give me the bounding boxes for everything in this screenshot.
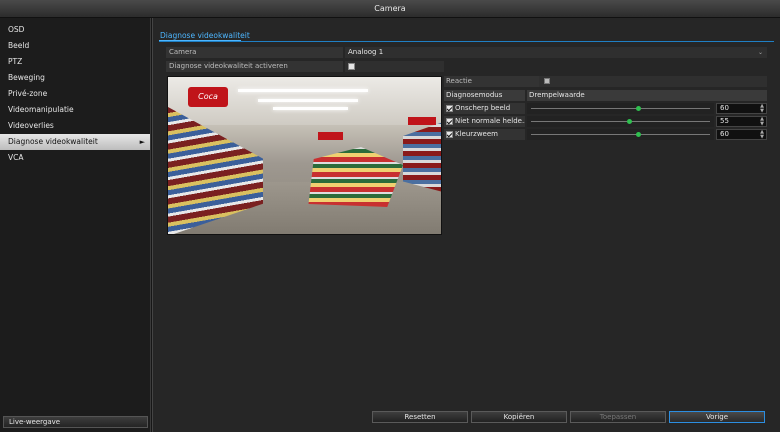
sidebar-item-osd[interactable]: OSD: [0, 22, 150, 38]
tab-diagnose-videokwaliteit[interactable]: Diagnose videokwaliteit: [160, 31, 250, 40]
slider-thumb[interactable]: [627, 119, 633, 124]
enable-label: Diagnose videokwaliteit activeren: [166, 61, 343, 72]
enable-checkbox[interactable]: [348, 62, 355, 70]
threshold-slider[interactable]: [527, 103, 714, 114]
diagnostic-mode: Onscherp beeld: [444, 103, 525, 114]
sidebar-item-label: Beeld: [8, 41, 30, 50]
chevron-right-icon: ►: [139, 138, 145, 146]
threshold-value: 60: [720, 104, 729, 112]
sidebar-item-videomanipulatie[interactable]: Videomanipulatie: [0, 102, 150, 118]
slider-track: [531, 121, 710, 122]
sidebar-item-ptz[interactable]: PTZ: [0, 54, 150, 70]
camera-select[interactable]: Analoog 1 ⌄: [345, 47, 767, 58]
diagnostic-checkbox[interactable]: [446, 117, 453, 125]
tab-divider: [159, 41, 774, 42]
diagnostic-label: Onscherp beeld: [455, 104, 511, 112]
threshold-spinbox[interactable]: 60 ▲ ▼: [716, 129, 767, 140]
sidebar-item-videoverlies[interactable]: Videoverlies: [0, 118, 150, 134]
window-title: Camera: [0, 0, 780, 18]
diagnostic-row: Niet normale helde... 55 ▲ ▼: [444, 116, 767, 127]
sidebar-item-beweging[interactable]: Beweging: [0, 70, 150, 86]
camera-preview: Coca: [167, 76, 442, 235]
main-panel: Diagnose videokwaliteit Camera Analoog 1…: [152, 18, 780, 432]
preview-shelf-right: [403, 122, 441, 192]
sidebar-item-beeld[interactable]: Beeld: [0, 38, 150, 54]
sidebar-menu: OSD Beeld PTZ Beweging Privé-zone Videom…: [0, 22, 150, 166]
sidebar-item-label: Beweging: [8, 73, 45, 82]
stepper-icon[interactable]: ▲ ▼: [760, 117, 764, 127]
sidebar-item-label: Videoverlies: [8, 121, 54, 130]
threshold-slider[interactable]: [527, 129, 714, 140]
threshold-spinbox[interactable]: 55 ▲ ▼: [716, 116, 767, 127]
live-view-button[interactable]: Live-weergave: [3, 416, 148, 428]
column-header-mode: Diagnosemodus: [444, 90, 525, 101]
diagnostic-row: Kleurzweem 60 ▲ ▼: [444, 129, 767, 140]
slider-thumb[interactable]: [636, 132, 642, 137]
apply-button[interactable]: Toepassen: [570, 411, 666, 423]
slider-thumb[interactable]: [636, 106, 642, 111]
sidebar-item-label: VCA: [8, 153, 24, 162]
back-button[interactable]: Vorige: [669, 411, 765, 423]
stepper-icon[interactable]: ▲ ▼: [760, 130, 764, 140]
reset-button[interactable]: Resetten: [372, 411, 468, 423]
preview-light: [238, 89, 368, 92]
reactie-field: [539, 76, 767, 87]
reactie-label: Reactie: [444, 76, 539, 87]
sidebar-item-label: PTZ: [8, 57, 23, 66]
copy-button[interactable]: Kopiëren: [471, 411, 567, 423]
sidebar-item-prive-zone[interactable]: Privé-zone: [0, 86, 150, 102]
threshold-spinbox[interactable]: 60 ▲ ▼: [716, 103, 767, 114]
sidebar-item-label: Privé-zone: [8, 89, 48, 98]
slider-track: [531, 108, 710, 109]
diagnostic-label: Kleurzweem: [455, 130, 498, 138]
settings-icon[interactable]: [544, 78, 550, 84]
camera-label: Camera: [166, 47, 343, 58]
enable-field: [345, 61, 444, 72]
camera-select-value: Analoog 1: [348, 48, 384, 56]
preview-sign: [408, 117, 436, 125]
sidebar-item-label: Diagnose videokwaliteit: [8, 137, 98, 146]
diagnostic-label: Niet normale helde...: [455, 117, 525, 125]
preview-coca-cola-sign: Coca: [188, 87, 228, 107]
sidebar-item-vca[interactable]: VCA: [0, 150, 150, 166]
column-header-threshold: Drempelwaarde: [527, 90, 767, 101]
stepper-icon[interactable]: ▲ ▼: [760, 104, 764, 114]
preview-light: [273, 107, 348, 110]
preview-light: [258, 99, 358, 102]
diagnostic-checkbox[interactable]: [446, 130, 453, 138]
slider-track: [531, 134, 710, 135]
diagnostic-mode: Niet normale helde...: [444, 116, 525, 127]
preview-display-island: [308, 147, 403, 207]
chevron-down-icon: ⌄: [757, 49, 763, 56]
threshold-value: 55: [720, 117, 729, 125]
threshold-slider[interactable]: [527, 116, 714, 127]
diagnostic-checkbox[interactable]: [446, 104, 453, 112]
sidebar-item-label: OSD: [8, 25, 25, 34]
preview-sign: [318, 132, 343, 140]
sidebar-item-label: Videomanipulatie: [8, 105, 74, 114]
threshold-value: 60: [720, 130, 729, 138]
diagnostic-row: Onscherp beeld 60 ▲ ▼: [444, 103, 767, 114]
diagnostic-mode: Kleurzweem: [444, 129, 525, 140]
sidebar: OSD Beeld PTZ Beweging Privé-zone Videom…: [0, 18, 151, 432]
sidebar-item-diagnose-videokwaliteit[interactable]: Diagnose videokwaliteit ►: [0, 134, 150, 150]
